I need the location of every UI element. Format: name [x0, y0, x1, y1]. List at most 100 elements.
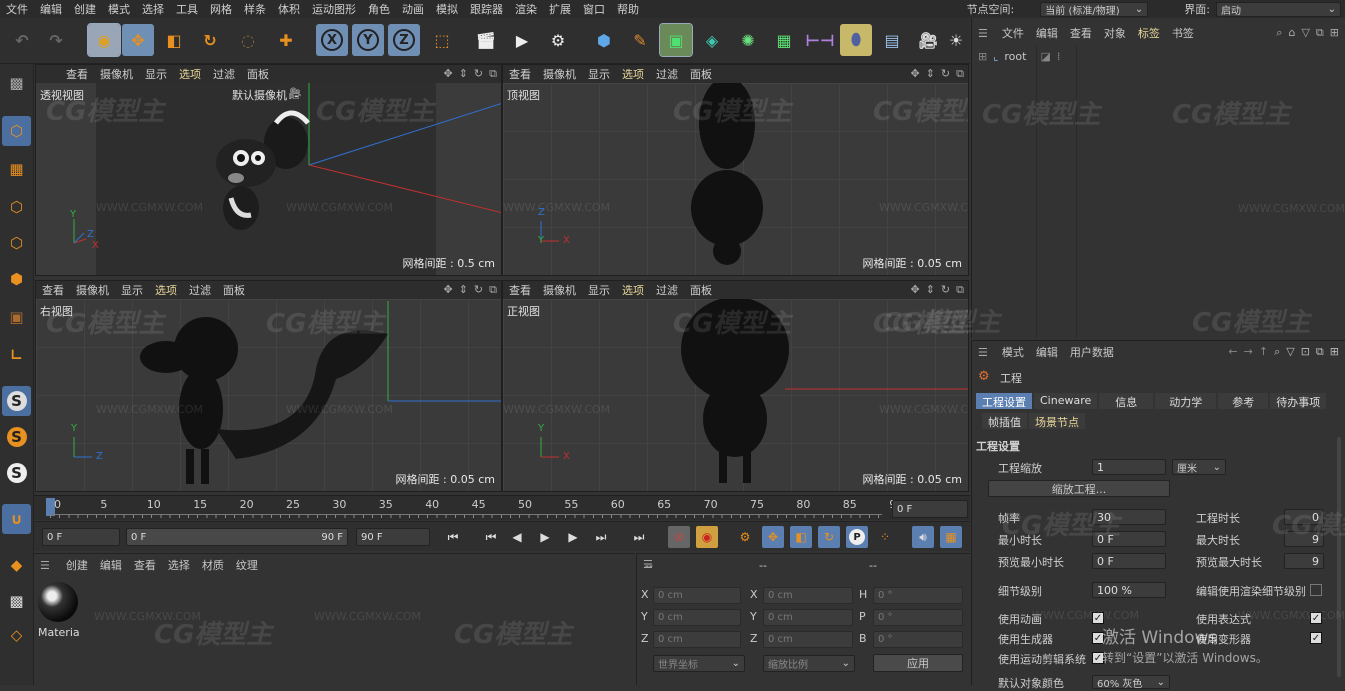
om-menu-tags[interactable]: 标签	[1132, 25, 1166, 41]
attr-menu-edit[interactable]: 编辑	[1030, 344, 1064, 360]
menu-tools[interactable]: 工具	[170, 1, 204, 17]
tab-cineware[interactable]: Cineware	[1034, 393, 1098, 409]
pan-icon[interactable]: ✥	[443, 67, 452, 81]
material-menu-texture[interactable]: 纹理	[230, 557, 264, 573]
viewport-menu-display[interactable]: 显示	[139, 66, 173, 82]
next-key-button[interactable]: ⏭	[590, 526, 612, 548]
size-y-field[interactable]: 0 cm	[763, 609, 853, 626]
viewport-menu-options[interactable]: 选项	[616, 66, 650, 82]
dolly-icon[interactable]: ⇕	[459, 67, 468, 81]
light-button[interactable]: ☀	[946, 24, 966, 56]
hamburger-icon[interactable]: ☰	[40, 559, 50, 572]
up-arrow-icon[interactable]: ↑	[1259, 345, 1268, 359]
range-slider[interactable]: 0 F 90 F	[126, 528, 348, 546]
maximize-icon[interactable]: ⧉	[956, 67, 964, 81]
rot-p-field[interactable]: 0 °	[873, 609, 963, 626]
snap-settings-button[interactable]: S	[2, 422, 31, 452]
project-scale-field[interactable]: 1	[1092, 459, 1166, 475]
deformer-button[interactable]: ⊢⊣	[804, 24, 836, 56]
record-active-button[interactable]: ⊘	[668, 526, 690, 548]
menu-spline[interactable]: 样条	[238, 1, 272, 17]
keyframe-selection-button[interactable]: ⚙	[734, 526, 756, 548]
pos-z-field[interactable]: 0 cm	[653, 631, 741, 648]
root-label[interactable]: root	[1004, 50, 1026, 63]
menu-simulate[interactable]: 模拟	[430, 1, 464, 17]
world-coordinates-select[interactable]: 世界坐标 ⌄	[653, 655, 745, 672]
om-menu-bookmarks[interactable]: 书签	[1166, 25, 1200, 41]
menu-volume[interactable]: 体积	[272, 1, 306, 17]
viewport-menu-camera[interactable]: 摄像机	[70, 282, 115, 298]
viewport-menu-panel[interactable]: 面板	[217, 282, 251, 298]
point-mode-button[interactable]: ⬡	[2, 192, 31, 222]
viewport-menu-filter[interactable]: 过滤	[650, 66, 684, 82]
material-menu-view[interactable]: 查看	[128, 557, 162, 573]
cube-button[interactable]: ⬢	[588, 24, 620, 56]
render-view-button[interactable]: 🎬︎	[470, 24, 502, 56]
viewport-menu-display[interactable]: 显示	[582, 282, 616, 298]
om-menu-file[interactable]: 文件	[996, 25, 1030, 41]
cloner-button[interactable]: ◈	[696, 24, 728, 56]
viewport-menu-camera[interactable]: 摄像机	[537, 66, 582, 82]
om-menu-edit[interactable]: 编辑	[1030, 25, 1064, 41]
tab-info[interactable]: 信息	[1099, 393, 1154, 409]
workplane-button[interactable]: ◆	[2, 550, 31, 580]
lock-workplane-button[interactable]: ▩	[2, 586, 31, 616]
key-position-button[interactable]: ✥	[762, 526, 784, 548]
dolly-icon[interactable]: ⇕	[926, 283, 935, 297]
key-param-button[interactable]: P	[846, 526, 868, 548]
preview-min-field[interactable]: 0 F	[1092, 553, 1166, 569]
autokey-button[interactable]: ◉	[696, 526, 718, 548]
attr-scrollbar[interactable]	[1337, 437, 1341, 677]
viewport-menu-view[interactable]: 查看	[36, 282, 70, 298]
key-scale-button[interactable]: ◧	[790, 526, 812, 548]
coordinate-system-button[interactable]: ⬚	[426, 24, 458, 56]
viewport-menu-options[interactable]: 选项	[149, 282, 183, 298]
material-menu-select[interactable]: 选择	[162, 557, 196, 573]
menu-extensions[interactable]: 扩展	[543, 1, 577, 17]
viewport-menu-options[interactable]: 选项	[173, 66, 207, 82]
menu-render[interactable]: 渲染	[509, 1, 543, 17]
search-icon[interactable]: ⌕	[1274, 345, 1280, 359]
y-axis-lock-button[interactable]: Y	[352, 24, 384, 56]
max-time-field[interactable]: 9	[1284, 531, 1324, 547]
menu-mode[interactable]: 模式	[102, 1, 136, 17]
viewport-front[interactable]: 查看 摄像机 显示 选项 过滤 面板 ✥⇕↻⧉ 正视图 CG模型主 CG模型主 …	[502, 280, 969, 492]
use-deformers-checkbox[interactable]: ✓	[1310, 632, 1322, 644]
move-tool-button[interactable]: ✥	[122, 24, 154, 56]
add-panel-icon[interactable]: ⊞	[1330, 26, 1339, 40]
filter-icon[interactable]: ▽	[1286, 345, 1294, 359]
menu-create[interactable]: 创建	[68, 1, 102, 17]
node-space-select[interactable]: 当前 (标准/物理) ⌄	[1040, 1, 1149, 17]
om-menu-object[interactable]: 对象	[1098, 25, 1132, 41]
menu-mesh[interactable]: 网格	[204, 1, 238, 17]
menu-animate[interactable]: 动画	[396, 1, 430, 17]
size-z-field[interactable]: 0 cm	[763, 631, 853, 648]
prev-frame-button[interactable]: ◀	[506, 526, 528, 548]
filter-icon[interactable]: ▽	[1301, 26, 1309, 40]
viewport-menu-panel[interactable]: 面板	[684, 282, 718, 298]
add-panel-icon[interactable]: ⊞	[1330, 345, 1339, 359]
material-menu-create[interactable]: 创建	[60, 557, 94, 573]
play-button[interactable]: ▶	[534, 526, 556, 548]
render-settings-button[interactable]: ⚙	[542, 24, 574, 56]
next-frame-button[interactable]: ▶	[562, 526, 584, 548]
viewport-menu-filter[interactable]: 过滤	[207, 66, 241, 82]
sound-button[interactable]: 🔊︎	[912, 526, 934, 548]
orbit-icon[interactable]: ↻	[941, 283, 950, 297]
new-window-icon[interactable]: ⧉	[1316, 26, 1324, 40]
menu-file[interactable]: 文件	[0, 1, 34, 17]
hamburger-icon[interactable]: ☰	[978, 27, 988, 40]
viewport-menu-display[interactable]: 显示	[115, 282, 149, 298]
object-tree-row[interactable]: ⊞ ⌞ root ◪ ⁞	[978, 50, 1060, 63]
viewport-top[interactable]: 查看 摄像机 显示 选项 过滤 面板 ✥⇕↻⧉ 顶视图 CG模型主 CG模型主 …	[502, 64, 969, 276]
edge-mode-button[interactable]: ⬡	[2, 228, 31, 258]
timeline-ruler[interactable]: 051015202530354045505560657075808590 0 F	[34, 495, 970, 520]
orbit-icon[interactable]: ↻	[474, 283, 483, 297]
menu-select[interactable]: 选择	[136, 1, 170, 17]
menu-window[interactable]: 窗口	[577, 1, 611, 17]
lock-icon[interactable]: ⊡	[1301, 345, 1310, 359]
back-arrow-icon[interactable]: ←	[1228, 345, 1237, 359]
material-item[interactable]: Materia	[38, 582, 80, 640]
forward-arrow-icon[interactable]: →	[1244, 345, 1253, 359]
tab-todo[interactable]: 待办事项	[1270, 393, 1327, 409]
